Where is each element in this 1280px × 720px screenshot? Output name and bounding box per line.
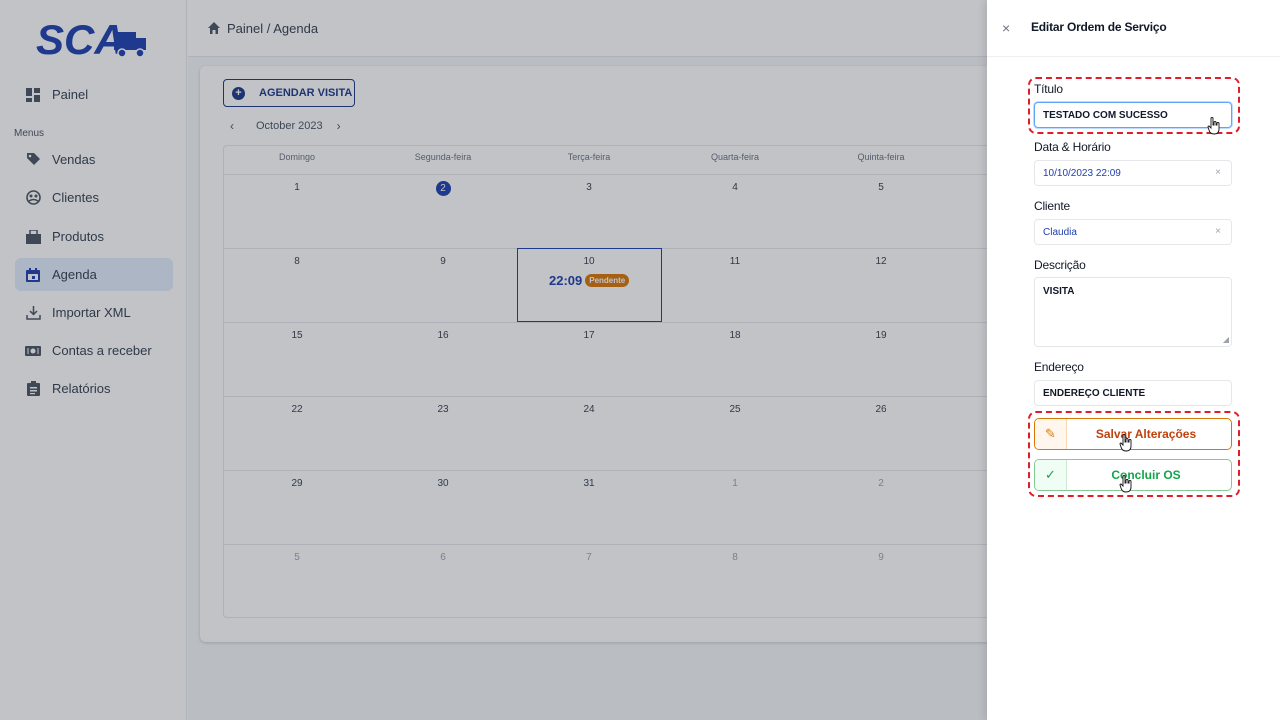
- descricao-value: VISITA: [1043, 286, 1075, 297]
- hand-cursor-icon: [1119, 475, 1132, 493]
- cliente-select[interactable]: Claudia ×: [1034, 219, 1232, 245]
- descricao-label: Descrição: [1034, 258, 1086, 272]
- hand-cursor-icon: [1207, 117, 1220, 135]
- endereco-label: Endereço: [1034, 360, 1084, 374]
- cliente-label: Cliente: [1034, 199, 1070, 213]
- clear-icon[interactable]: ×: [1215, 226, 1221, 237]
- data-horario-label: Data & Horário: [1034, 140, 1111, 154]
- highlight-actions: [1028, 411, 1240, 497]
- endereco-field[interactable]: ENDEREÇO CLIENTE: [1034, 380, 1232, 406]
- data-horario-picker[interactable]: 10/10/2023 22:09 ×: [1034, 160, 1232, 186]
- descricao-textarea[interactable]: VISITA ◢: [1034, 277, 1232, 347]
- close-icon[interactable]: ×: [1002, 20, 1010, 36]
- drawer-title: Editar Ordem de Serviço: [1031, 20, 1167, 34]
- edit-order-drawer: × Editar Ordem de Serviço Título TESTADO…: [987, 0, 1280, 720]
- hand-cursor-icon: [1119, 434, 1132, 452]
- endereco-value: ENDEREÇO CLIENTE: [1043, 387, 1146, 399]
- resize-handle-icon[interactable]: ◢: [1223, 335, 1229, 344]
- modal-backdrop[interactable]: [0, 0, 987, 720]
- data-horario-value: 10/10/2023 22:09: [1043, 167, 1121, 179]
- clear-icon[interactable]: ×: [1215, 167, 1221, 178]
- cliente-value: Claudia: [1043, 226, 1077, 238]
- drawer-header: × Editar Ordem de Serviço: [987, 0, 1280, 57]
